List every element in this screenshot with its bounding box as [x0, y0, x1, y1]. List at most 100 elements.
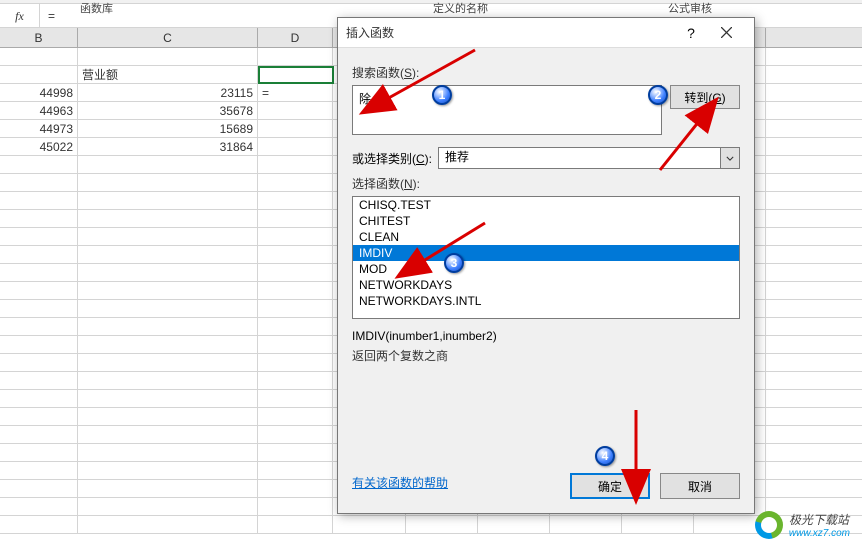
cell[interactable]	[0, 264, 78, 281]
cell[interactable]	[622, 516, 694, 533]
cell[interactable]	[0, 480, 78, 497]
cell[interactable]	[78, 228, 258, 245]
cell[interactable]: 15689	[78, 120, 258, 137]
cell[interactable]	[0, 282, 78, 299]
cell[interactable]	[258, 354, 333, 371]
fx-label[interactable]: fx	[0, 4, 40, 27]
cell[interactable]	[78, 192, 258, 209]
cell[interactable]	[78, 444, 258, 461]
cell[interactable]: 营业额	[78, 66, 258, 83]
chevron-down-icon[interactable]	[720, 147, 740, 169]
function-item[interactable]: CLEAN	[353, 229, 739, 245]
cell[interactable]	[258, 300, 333, 317]
function-item[interactable]: MOD	[353, 261, 739, 277]
cell[interactable]	[258, 228, 333, 245]
cell[interactable]	[258, 192, 333, 209]
cell[interactable]	[0, 174, 78, 191]
cell[interactable]	[0, 228, 78, 245]
function-item[interactable]: CHITEST	[353, 213, 739, 229]
cell[interactable]	[78, 426, 258, 443]
cell[interactable]	[258, 156, 333, 173]
cancel-button[interactable]: 取消	[660, 473, 740, 499]
cell[interactable]	[0, 372, 78, 389]
col-header-d[interactable]: D	[258, 28, 333, 47]
cell[interactable]	[550, 516, 622, 533]
cell[interactable]	[78, 264, 258, 281]
cell[interactable]	[258, 138, 333, 155]
go-button[interactable]: 转到(G)	[670, 85, 740, 109]
cell[interactable]	[78, 210, 258, 227]
cell[interactable]	[78, 516, 258, 533]
cell[interactable]	[0, 516, 78, 533]
col-header-c[interactable]: C	[78, 28, 258, 47]
cell[interactable]	[0, 192, 78, 209]
cell[interactable]	[258, 102, 333, 119]
help-icon[interactable]: ?	[676, 25, 706, 41]
cell[interactable]	[258, 66, 333, 83]
cell[interactable]	[78, 174, 258, 191]
function-list[interactable]: CHISQ.TESTCHITESTCLEANIMDIVMODNETWORKDAY…	[352, 196, 740, 319]
cell[interactable]: 44998	[0, 84, 78, 101]
cell[interactable]	[0, 408, 78, 425]
cell[interactable]	[0, 300, 78, 317]
col-header-b[interactable]: B	[0, 28, 78, 47]
function-item[interactable]: NETWORKDAYS	[353, 277, 739, 293]
cell[interactable]	[78, 246, 258, 263]
cell[interactable]	[78, 390, 258, 407]
cell[interactable]	[78, 354, 258, 371]
cell[interactable]	[258, 498, 333, 515]
cell[interactable]	[0, 48, 78, 65]
cell[interactable]: 31864	[78, 138, 258, 155]
cell[interactable]: 23115	[78, 84, 258, 101]
cell[interactable]	[78, 282, 258, 299]
cell[interactable]	[0, 210, 78, 227]
cell[interactable]	[0, 318, 78, 335]
cell[interactable]	[78, 498, 258, 515]
cell[interactable]	[78, 336, 258, 353]
cell[interactable]	[258, 480, 333, 497]
cell[interactable]	[258, 48, 333, 65]
cell[interactable]: 44973	[0, 120, 78, 137]
cell[interactable]	[258, 264, 333, 281]
cell[interactable]	[78, 48, 258, 65]
cell[interactable]	[258, 210, 333, 227]
cell[interactable]	[78, 372, 258, 389]
ok-button[interactable]: 确定	[570, 473, 650, 499]
cell[interactable]	[258, 426, 333, 443]
cell[interactable]	[258, 282, 333, 299]
cell[interactable]	[78, 408, 258, 425]
cell[interactable]	[258, 516, 333, 533]
cell[interactable]	[0, 498, 78, 515]
cell[interactable]	[0, 426, 78, 443]
cell[interactable]	[258, 336, 333, 353]
cell[interactable]	[0, 444, 78, 461]
cell[interactable]: =	[258, 84, 333, 101]
search-input[interactable]	[352, 85, 662, 135]
cell[interactable]	[258, 390, 333, 407]
cell[interactable]	[258, 174, 333, 191]
close-icon[interactable]	[706, 25, 746, 41]
help-link[interactable]: 有关该函数的帮助	[352, 474, 448, 491]
function-item[interactable]: NETWORKDAYS.INTL	[353, 293, 739, 309]
cell[interactable]	[258, 372, 333, 389]
cell[interactable]	[406, 516, 478, 533]
cell[interactable]	[78, 480, 258, 497]
cell[interactable]	[78, 462, 258, 479]
function-item[interactable]: IMDIV	[353, 245, 739, 261]
cell[interactable]	[78, 300, 258, 317]
cell[interactable]	[0, 246, 78, 263]
function-item[interactable]: CHISQ.TEST	[353, 197, 739, 213]
cell[interactable]	[258, 462, 333, 479]
cell[interactable]	[258, 318, 333, 335]
cell[interactable]	[333, 516, 406, 533]
cell[interactable]	[0, 462, 78, 479]
cell[interactable]	[258, 246, 333, 263]
cell[interactable]	[78, 318, 258, 335]
cell[interactable]	[0, 156, 78, 173]
cell[interactable]: 35678	[78, 102, 258, 119]
cell[interactable]	[78, 156, 258, 173]
cell[interactable]	[478, 516, 550, 533]
category-select[interactable]: 推荐	[438, 147, 740, 169]
cell[interactable]: 44963	[0, 102, 78, 119]
cell[interactable]	[0, 66, 78, 83]
